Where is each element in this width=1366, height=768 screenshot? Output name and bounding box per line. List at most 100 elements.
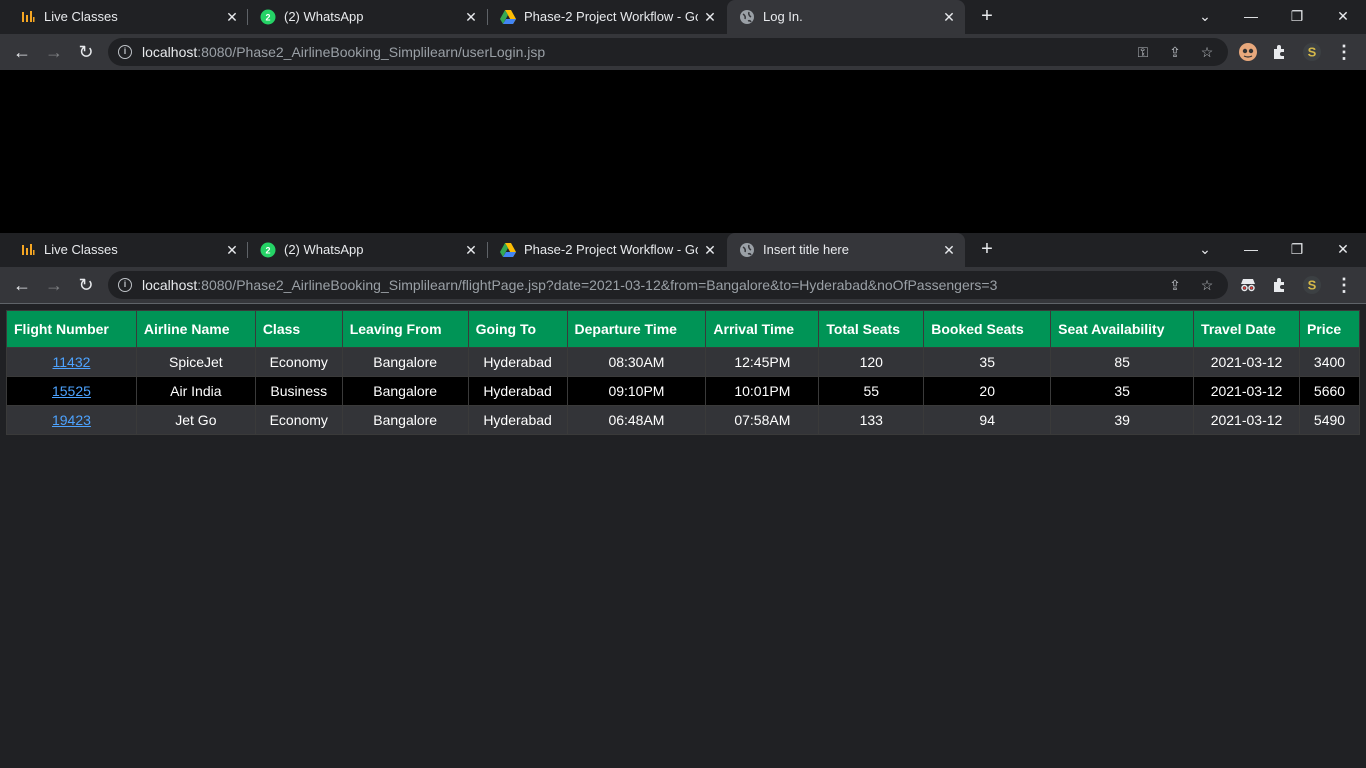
cell-travel-date: 2021-03-12 (1193, 405, 1300, 435)
cell-going-to: Hyderabad (467, 347, 568, 377)
cell-class: Business (254, 376, 343, 406)
cell-airline-name: SpiceJet (135, 347, 256, 377)
cell-booked-seats: 94 (923, 405, 1052, 435)
tab-live-classes[interactable]: Live Classes ✕ (8, 233, 246, 267)
tab-live-classes[interactable]: Live Classes ✕ (8, 0, 246, 34)
restore-icon[interactable]: ❐ (1274, 0, 1320, 34)
flight-number-link[interactable]: 11432 (53, 354, 91, 370)
cell-arrival-time: 10:01PM (705, 376, 820, 406)
incognito-spy-icon[interactable] (1238, 275, 1258, 295)
site-info-icon[interactable]: i (118, 278, 132, 292)
cell-leaving-from: Bangalore (341, 347, 469, 377)
tab-search-chevron-down-icon[interactable]: ⌄ (1182, 233, 1228, 267)
back-arrow-icon[interactable]: ← (10, 40, 34, 64)
menu-dots-icon[interactable]: ⋮ (1334, 273, 1354, 297)
cell-travel-date: 2021-03-12 (1193, 347, 1300, 377)
tab-project-workflow[interactable]: Phase-2 Project Workflow - Goog ✕ (488, 0, 726, 34)
cell-class: Economy (254, 347, 343, 377)
close-tab-icon[interactable]: ✕ (222, 7, 242, 27)
share-icon[interactable]: ⇪ (1166, 43, 1184, 61)
table-row: 19423 Jet Go Economy Bangalore Hyderabad… (6, 405, 1361, 435)
extension-s-icon[interactable]: S (1302, 275, 1322, 295)
forward-arrow-icon[interactable]: → (42, 273, 66, 297)
globe-icon (740, 10, 754, 24)
table-header-row: Flight Number Airline Name Class Leaving… (6, 310, 1361, 348)
extensions-puzzle-icon[interactable] (1270, 42, 1290, 62)
forward-arrow-icon[interactable]: → (42, 40, 66, 64)
tab-active[interactable]: Insert title here ✕ (727, 233, 965, 267)
close-tab-icon[interactable]: ✕ (939, 240, 959, 260)
close-tab-icon[interactable]: ✕ (461, 7, 481, 27)
cell-price: 5660 (1298, 376, 1361, 406)
cell-booked-seats: 20 (923, 376, 1052, 406)
close-tab-icon[interactable]: ✕ (939, 7, 959, 27)
tab-title: Phase-2 Project Workflow - Goog (524, 9, 698, 24)
address-bar[interactable]: i localhost:8080/Phase2_AirlineBooking_S… (108, 271, 1228, 299)
close-tab-icon[interactable]: ✕ (700, 240, 720, 260)
tab-title: Live Classes (44, 242, 118, 257)
site-info-icon[interactable]: i (118, 45, 132, 59)
reload-icon[interactable]: ↻ (74, 273, 98, 297)
header-leaving-from: Leaving From (341, 310, 469, 348)
close-tab-icon[interactable]: ✕ (700, 7, 720, 27)
tab-active[interactable]: Log In. ✕ (727, 0, 965, 34)
tab-search-chevron-down-icon[interactable]: ⌄ (1182, 0, 1228, 34)
flight-number-link[interactable]: 19423 (52, 412, 91, 428)
url-text[interactable]: localhost:8080/Phase2_AirlineBooking_Sim… (142, 44, 545, 60)
tab-title: (2) WhatsApp (284, 242, 364, 257)
tab-title: Insert title here (763, 242, 849, 257)
bookmark-star-icon[interactable]: ☆ (1198, 43, 1216, 61)
tab-title: (2) WhatsApp (284, 9, 364, 24)
cell-airline-name: Jet Go (135, 405, 256, 435)
whatsapp-badge: 2 (265, 13, 270, 23)
extensions-puzzle-icon[interactable] (1270, 275, 1290, 295)
url-text[interactable]: localhost:8080/Phase2_AirlineBooking_Sim… (142, 277, 997, 293)
back-arrow-icon[interactable]: ← (10, 273, 34, 297)
header-booked-seats: Booked Seats (923, 310, 1052, 348)
cell-flight-number: 15525 (6, 376, 137, 406)
extension-s-icon[interactable]: S (1302, 42, 1322, 62)
minimize-icon[interactable]: — (1228, 0, 1274, 34)
menu-dots-icon[interactable]: ⋮ (1334, 40, 1354, 64)
cell-going-to: Hyderabad (467, 376, 568, 406)
header-travel-date: Travel Date (1193, 310, 1300, 348)
restore-icon[interactable]: ❐ (1274, 233, 1320, 267)
cell-flight-number: 11432 (6, 347, 137, 377)
bookmark-star-icon[interactable]: ☆ (1198, 276, 1216, 294)
new-tab-button[interactable]: + (976, 239, 998, 261)
page-content-login (0, 70, 1366, 233)
tab-strip: Live Classes ✕ 2 (2) WhatsApp ✕ Phase-2 … (0, 233, 1366, 267)
browser-window-login: Live Classes ✕ 2 (2) WhatsApp ✕ Phase-2 … (0, 0, 1366, 233)
header-going-to: Going To (467, 310, 568, 348)
cell-flight-number: 19423 (6, 405, 137, 435)
cell-total-seats: 133 (818, 405, 925, 435)
browser-window-flights: Live Classes ✕ 2 (2) WhatsApp ✕ Phase-2 … (0, 233, 1366, 768)
profile-avatar-icon[interactable] (1238, 42, 1258, 62)
tab-whatsapp[interactable]: 2 (2) WhatsApp ✕ (248, 233, 486, 267)
flight-number-link[interactable]: 15525 (52, 383, 91, 399)
minimize-icon[interactable]: — (1228, 233, 1274, 267)
live-classes-icon (22, 11, 35, 22)
share-icon[interactable]: ⇪ (1166, 276, 1184, 294)
cell-total-seats: 55 (818, 376, 925, 406)
new-tab-button[interactable]: + (976, 6, 998, 28)
tab-whatsapp[interactable]: 2 (2) WhatsApp ✕ (248, 0, 486, 34)
reload-icon[interactable]: ↻ (74, 40, 98, 64)
cell-seat-availability: 39 (1050, 405, 1195, 435)
address-bar[interactable]: i localhost:8080/Phase2_AirlineBooking_S… (108, 38, 1228, 66)
header-price: Price (1298, 310, 1361, 348)
cell-arrival-time: 07:58AM (705, 405, 820, 435)
url-path: :8080/Phase2_AirlineBooking_Simplilearn/… (197, 44, 546, 60)
close-tab-icon[interactable]: ✕ (222, 240, 242, 260)
cell-price: 3400 (1298, 347, 1361, 377)
tab-project-workflow[interactable]: Phase-2 Project Workflow - Goog ✕ (488, 233, 726, 267)
cell-leaving-from: Bangalore (341, 376, 469, 406)
whatsapp-badge: 2 (265, 246, 270, 256)
close-window-icon[interactable]: ✕ (1320, 0, 1366, 34)
live-classes-icon (22, 244, 35, 255)
key-icon[interactable]: ⚿ (1134, 43, 1152, 61)
close-tab-icon[interactable]: ✕ (461, 240, 481, 260)
page-content-flights: Flight Number Airline Name Class Leaving… (0, 303, 1366, 768)
close-window-icon[interactable]: ✕ (1320, 233, 1366, 267)
header-class: Class (254, 310, 343, 348)
